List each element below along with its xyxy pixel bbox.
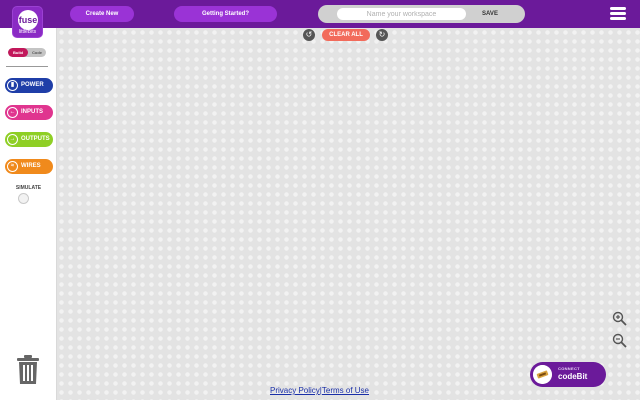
input-arrow-icon: ← xyxy=(7,107,18,118)
logo-mark: fuse xyxy=(18,10,38,30)
codebit-label: codeBit xyxy=(558,372,588,381)
terms-of-use-link[interactable]: Terms of Use xyxy=(322,386,369,395)
category-wires-button[interactable]: ≈ WIRES xyxy=(5,159,53,174)
category-outputs-button[interactable]: → OUTPUTS xyxy=(5,132,53,147)
build-mode-option[interactable]: Build xyxy=(8,48,28,57)
menu-icon[interactable] xyxy=(610,7,626,21)
output-arrow-icon: → xyxy=(7,134,18,145)
save-button[interactable]: SAVE xyxy=(473,5,507,23)
getting-started-button[interactable]: Getting Started? xyxy=(174,6,277,22)
simulate-label: SIMULATE xyxy=(15,185,42,191)
sidebar-divider xyxy=(6,66,48,67)
category-label: OUTPUTS xyxy=(21,136,50,142)
battery-icon: ▮ xyxy=(7,80,18,91)
footer-links: Privacy Policy|Terms of Use xyxy=(270,386,380,395)
zoom-in-icon[interactable] xyxy=(612,311,627,326)
redo-icon[interactable]: ↻ xyxy=(376,29,388,41)
simulate-toggle[interactable] xyxy=(18,193,29,204)
category-label: INPUTS xyxy=(21,109,44,115)
workspace-name-bar: SAVE xyxy=(318,5,525,23)
category-inputs-button[interactable]: ← INPUTS xyxy=(5,105,53,120)
trash-icon[interactable] xyxy=(16,354,40,385)
workspace-name-input[interactable] xyxy=(337,8,466,20)
connect-label: CONNECT xyxy=(558,366,580,371)
category-power-button[interactable]: ▮ POWER xyxy=(5,78,53,93)
sidebar: Build Code ▮ POWER ← INPUTS → OUTPUTS ≈ … xyxy=(0,28,57,400)
category-label: POWER xyxy=(21,82,44,88)
code-mode-option[interactable]: Code xyxy=(28,48,46,57)
category-label: WIRES xyxy=(21,163,41,169)
create-new-button[interactable]: Create New xyxy=(70,6,134,22)
zoom-out-icon[interactable] xyxy=(612,333,627,348)
fuse-logo[interactable]: fuse littleBits xyxy=(12,6,43,38)
wire-icon: ≈ xyxy=(7,161,18,172)
build-code-toggle[interactable]: Build Code xyxy=(8,48,46,57)
logo-subtext: littleBits xyxy=(18,29,37,35)
clear-all-button[interactable]: CLEAR ALL xyxy=(322,29,370,41)
connect-codebit-button[interactable]: CONNECT codeBit xyxy=(530,362,606,387)
privacy-policy-link[interactable]: Privacy Policy xyxy=(270,386,320,395)
workspace-canvas[interactable] xyxy=(57,28,640,400)
codebit-board-icon xyxy=(533,365,552,384)
top-bar: Create New Getting Started? SAVE xyxy=(0,0,640,28)
undo-icon[interactable]: ↺ xyxy=(303,29,315,41)
